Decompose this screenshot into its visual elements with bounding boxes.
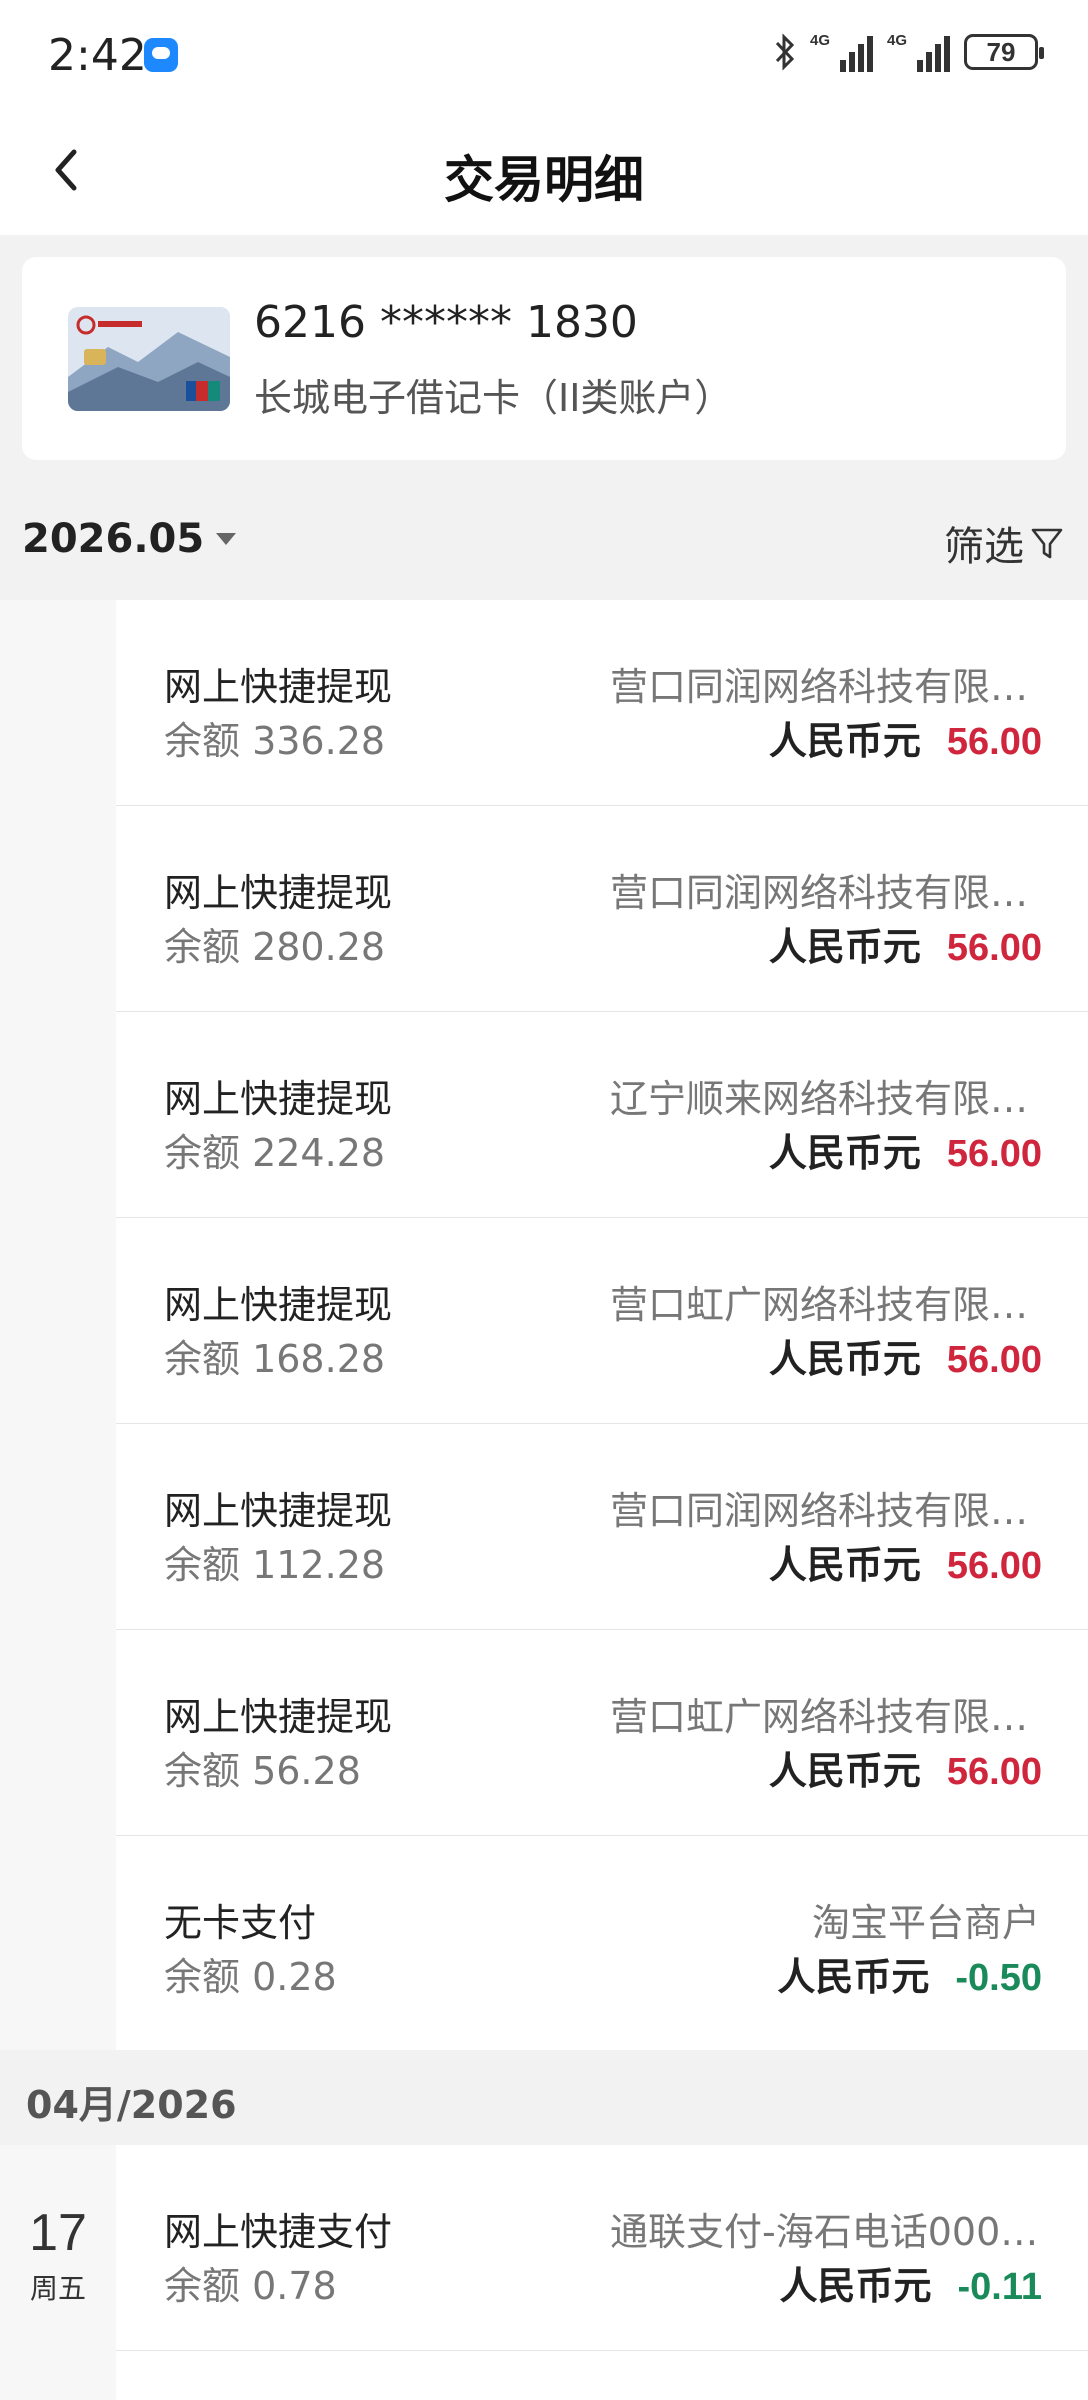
month-selector[interactable]: 2026.05: [22, 516, 237, 562]
page-title: 交易明细: [444, 151, 644, 209]
filter-bar: 2026.05 筛选: [0, 480, 1088, 600]
transaction-row[interactable]: 无卡支付 余额 0.28 淘宝平台商户 人民币元 -0.50: [116, 1836, 1088, 2050]
transaction-name: 网上快捷提现: [164, 1489, 393, 1533]
amount-line: 人民币元 56.00: [769, 1328, 1042, 1383]
currency-label: 人民币元: [777, 1955, 930, 1999]
amount-line: 人民币元 56.00: [769, 1740, 1042, 1795]
card-info-panel[interactable]: 6216 ****** 1830 长城电子借记卡（II类账户）: [22, 257, 1066, 460]
status-bar: 2:42 4G 4G 79: [0, 0, 1088, 110]
transaction-row[interactable]: 网上快捷提现 余额 56.28 营口虹广网络科技有限公司 人民币元 56.00: [116, 1630, 1088, 1836]
card-art-icon: [68, 307, 230, 411]
currency-label: 人民币元: [768, 1337, 921, 1381]
transaction-name: 无卡支付: [164, 1901, 317, 1945]
currency-label: 人民币元: [768, 1543, 921, 1587]
chevron-left-icon: [55, 149, 77, 191]
amount-line: 人民币元 56.00: [769, 916, 1042, 971]
back-button[interactable]: [40, 140, 100, 200]
network-type-label: 4G: [810, 32, 831, 49]
transaction-merchant: 营口同润网络科技有限公司: [610, 665, 1040, 709]
month-label: 2026.05: [22, 516, 205, 562]
transaction-balance: 余额 336.28: [164, 719, 386, 763]
status-icons: 4G 4G 79: [774, 32, 1044, 72]
card-number: 6216 ****** 1830: [254, 297, 638, 348]
caret-down-icon: [216, 533, 237, 545]
transaction-name: 网上快捷支付: [164, 2210, 393, 2254]
transaction-row[interactable]: 网上快捷提现 余额 112.28 营口同润网络科技有限公司 人民币元 56.00: [116, 1424, 1088, 1630]
transaction-amount: -0.50: [955, 1957, 1042, 1999]
transaction-amount: 56.00: [946, 927, 1042, 969]
date-column: [0, 600, 116, 2050]
transaction-row[interactable]: 网上快捷提现 余额 336.28 营口同润网络科技有限公司 人民币元 56.00: [116, 600, 1088, 806]
amount-line: 人民币元 -0.50: [777, 1946, 1042, 2001]
signal-icon-2: 4G: [887, 32, 950, 72]
amount-line: 人民币元 56.00: [769, 1534, 1042, 1589]
transaction-row[interactable]: 网上快捷提现 余额 280.28 营口同润网络科技有限公司 人民币元 56.00: [116, 806, 1088, 1012]
month-section-label: 04月/2026: [26, 2083, 237, 2127]
battery-icon: 79: [964, 34, 1044, 70]
currency-label: 人民币元: [768, 1131, 921, 1175]
battery-level: 79: [986, 36, 1016, 67]
transaction-name: 网上快捷提现: [164, 1283, 393, 1327]
transaction-merchant: 营口虹广网络科技有限公司: [610, 1695, 1040, 1739]
network-type-label-2: 4G: [887, 32, 908, 49]
transaction-amount: 56.00: [946, 1751, 1042, 1793]
transaction-name: 网上快捷提现: [164, 665, 393, 709]
transaction-amount: 56.00: [946, 1545, 1042, 1587]
message-notification-icon: [144, 38, 178, 72]
transaction-amount: 56.00: [946, 1133, 1042, 1175]
amount-line: 人民币元 56.00: [769, 710, 1042, 765]
month-section-header: 04月/2026: [0, 2050, 1088, 2145]
funnel-icon: [1031, 528, 1063, 559]
transaction-merchant: 营口同润网络科技有限公司: [610, 1489, 1040, 1533]
bank-card-image: [68, 307, 230, 411]
transaction-merchant: 淘宝平台商户: [811, 1901, 1040, 1945]
weekday-label: 周五: [29, 2272, 86, 2305]
transaction-balance: 余额 0.78: [164, 2264, 337, 2308]
card-type: 长城电子借记卡（II类账户）: [254, 376, 733, 420]
transaction-balance: 余额 168.28: [164, 1337, 386, 1381]
transaction-balance: 余额 0.28: [164, 1955, 337, 1999]
currency-label: 人民币元: [779, 2264, 932, 2308]
bluetooth-icon: [775, 33, 795, 71]
day-number: 17: [29, 2204, 87, 2262]
transaction-merchant: 通联支付-海石电话0000000000: [610, 2210, 1040, 2254]
transaction-balance: 余额 56.28: [164, 1749, 361, 1793]
transaction-merchant: 营口同润网络科技有限公司: [610, 871, 1040, 915]
amount-line: 人民币元 56.00: [769, 1122, 1042, 1177]
transaction-amount: -0.11: [957, 2266, 1042, 2308]
currency-label: 人民币元: [768, 719, 921, 763]
transaction-row[interactable]: 网上快捷支付 余额 0.78 通联支付-海石电话0000000000 人民币元 …: [116, 2145, 1088, 2351]
transaction-name: 网上快捷提现: [164, 1077, 393, 1121]
filter-label: 筛选: [944, 524, 1024, 570]
transaction-amount: 56.00: [946, 1339, 1042, 1381]
amount-line: 人民币元 -0.11: [779, 2255, 1042, 2310]
transaction-amount: 56.00: [946, 721, 1042, 763]
status-time: 2:42: [48, 30, 147, 81]
navigation-bar: 交易明细: [0, 110, 1088, 235]
date-block: 17 周五: [0, 2145, 116, 2400]
transaction-row[interactable]: 网上快捷提现 余额 168.28 营口虹广网络科技有限公司 人民币元 56.00: [116, 1218, 1088, 1424]
currency-label: 人民币元: [768, 925, 921, 969]
transaction-merchant: 辽宁顺来网络科技有限公司: [610, 1077, 1040, 1121]
transaction-balance: 余额 224.28: [164, 1131, 386, 1175]
transaction-list: 网上快捷提现 余额 336.28 营口同润网络科技有限公司 人民币元 56.00…: [0, 600, 1088, 2400]
transaction-name: 网上快捷提现: [164, 871, 393, 915]
transaction-row[interactable]: 网上快捷提现 余额 224.28 辽宁顺来网络科技有限公司 人民币元 56.00: [116, 1012, 1088, 1218]
transaction-balance: 余额 112.28: [164, 1543, 386, 1587]
filter-button[interactable]: 筛选: [944, 514, 1064, 572]
transaction-merchant: 营口虹广网络科技有限公司: [610, 1283, 1040, 1327]
transaction-balance: 余额 280.28: [164, 925, 386, 969]
transaction-name: 网上快捷提现: [164, 1695, 393, 1739]
currency-label: 人民币元: [768, 1749, 921, 1793]
signal-icon: 4G: [810, 32, 873, 72]
